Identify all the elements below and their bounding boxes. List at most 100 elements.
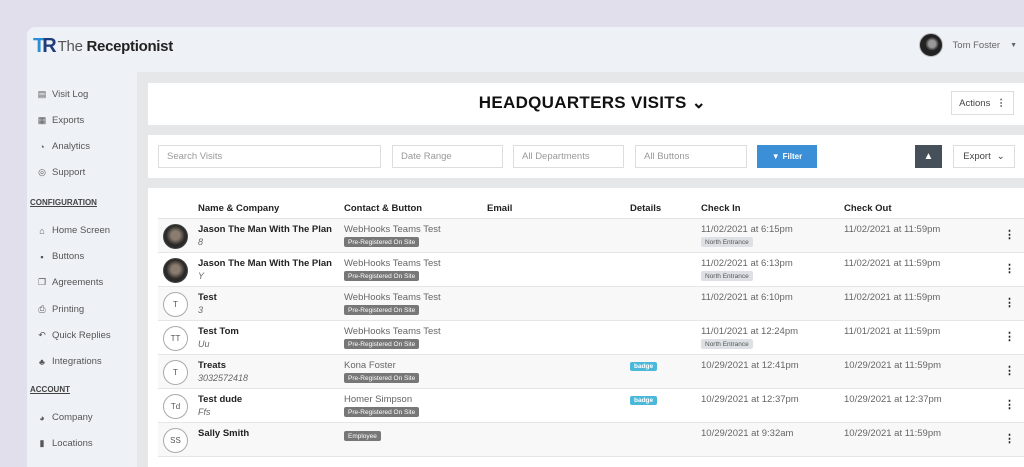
row-menu-icon[interactable]: ⋮: [1004, 330, 1015, 343]
visitor-name[interactable]: Test Tom: [198, 326, 239, 337]
column-header: Contact & Button: [344, 203, 423, 214]
grid-icon: ▪: [40, 251, 44, 262]
lifebuoy-icon: ◎: [38, 167, 46, 177]
visitor-name[interactable]: Jason The Man With The Plan: [198, 224, 332, 235]
contact-name: Kona Foster: [344, 360, 396, 371]
sidebar-item-label: Analytics: [52, 141, 91, 152]
check-out-time: 11/02/2021 at 11:59pm: [844, 258, 941, 269]
check-in-time: 11/02/2021 at 6:13pm: [701, 258, 793, 269]
dashboard-icon: ◔: [39, 141, 45, 152]
row-menu-icon[interactable]: ⋮: [1004, 296, 1015, 309]
user-menu[interactable]: Tom Foster ▼: [918, 33, 1017, 57]
row-menu-icon[interactable]: ⋮: [1004, 364, 1015, 377]
sidebar-item-agreements[interactable]: ❐ Agreements: [37, 277, 103, 288]
column-header: Email: [487, 203, 513, 214]
logo[interactable]: TR The Receptionist: [33, 35, 173, 58]
sidebar-item-home-screen[interactable]: ⌂ Home Screen: [37, 225, 110, 236]
column-header: Check In: [701, 203, 741, 214]
vertical-dots-icon: ⋮: [996, 97, 1006, 109]
table-row[interactable]: Td Test dude Ffs Homer Simpson Pre-Registe…: [158, 389, 1024, 423]
sitemap-icon: ♣: [39, 356, 45, 367]
sidebar-item-label: Visit Log: [52, 89, 89, 100]
search-input[interactable]: Search Visits: [158, 145, 381, 168]
date-range-input[interactable]: Date Range: [392, 145, 503, 168]
visitor-name[interactable]: Treats: [198, 360, 226, 371]
sidebar-item-support[interactable]: ◎ Support: [37, 167, 85, 178]
sidebar-item-company[interactable]: ◕ Company: [37, 412, 92, 423]
sidebar-item-label: Printing: [52, 303, 85, 315]
user-avatar: [918, 33, 943, 57]
visitor-name[interactable]: Sally Smith: [198, 428, 249, 439]
visitor-name[interactable]: Test: [198, 292, 217, 303]
calendar-icon: ▦: [37, 115, 47, 125]
sidebar-item-quick-replies[interactable]: ↶ Quick Replies: [37, 329, 111, 341]
main-content: HEADQUARTERS VISITS ⌄ Actions ⋮ Search Vi…: [137, 72, 1024, 467]
check-out-time: 10/29/2021 at 12:37pm: [844, 394, 942, 405]
table-row[interactable]: Jason The Man With The Plan Y WebHooks Te…: [158, 253, 1024, 287]
row-menu-icon[interactable]: ⋮: [1004, 262, 1015, 275]
button-tag: Pre-Registered On Site: [344, 305, 420, 315]
contact-name: Homer Simpson: [344, 394, 413, 405]
table-row[interactable]: TT Test Tom Uu WebHooks Teams Test Pre-Reg…: [158, 321, 1024, 355]
contact-name: WebHooks Teams Test: [344, 292, 441, 303]
sidebar-item-analytics[interactable]: ◔ Analytics: [37, 141, 90, 152]
visitor-company: 3: [198, 305, 204, 315]
warning-button[interactable]: ▲: [915, 145, 942, 168]
visitor-name[interactable]: Test dude: [198, 394, 242, 405]
check-out-time: 10/29/2021 at 11:59pm: [844, 428, 942, 439]
departments-select[interactable]: All Departments: [513, 145, 624, 168]
row-menu-icon[interactable]: ⋮: [1004, 228, 1015, 241]
column-header: Name & Company: [198, 203, 280, 214]
column-header: Check Out: [844, 203, 892, 214]
contact-name: WebHooks Teams Test: [344, 224, 441, 235]
visitor-company: Uu: [198, 339, 210, 349]
actions-button[interactable]: Actions ⋮: [951, 91, 1014, 115]
copy-icon: ❐: [37, 277, 47, 288]
chevron-down-icon: ⌄: [996, 151, 1005, 162]
buttons-select[interactable]: All Buttons: [635, 145, 747, 168]
sidebar-item-label: Buttons: [52, 251, 85, 263]
contact-name: WebHooks Teams Test: [344, 258, 441, 269]
avatar: [163, 258, 188, 283]
sidebar-item-printing[interactable]: ⎙ Printing: [37, 304, 84, 315]
sidebar-item-label: Agreements: [52, 277, 104, 289]
button-tag: Pre-Registered On Site: [344, 339, 420, 349]
check-in-time: 11/02/2021 at 6:10pm: [701, 292, 793, 303]
warning-icon: ▲: [923, 151, 934, 162]
sidebar-item-label: Quick Replies: [52, 329, 111, 341]
export-button[interactable]: Export ⌄: [953, 145, 1015, 168]
logo-mark: TR: [33, 35, 57, 57]
button-tag: Pre-Registered On Site: [344, 237, 420, 247]
sidebar-heading: CONFIGURATION: [30, 198, 97, 207]
page-title[interactable]: HEADQUARTERS VISITS ⌄: [148, 93, 1024, 113]
avatar: T: [163, 292, 188, 317]
visitor-name[interactable]: Jason The Man With The Plan: [198, 258, 332, 269]
filter-button[interactable]: ▼ Filter: [757, 145, 817, 168]
visitor-company: Ffs: [198, 407, 211, 417]
sidebar-item-integrations[interactable]: ♣ Integrations: [37, 356, 102, 367]
visitor-company: Y: [198, 271, 205, 281]
building-icon: ▮: [39, 438, 45, 448]
avatar: T: [163, 360, 188, 385]
avatar: TT: [163, 326, 188, 351]
entrance-tag: North Entrance: [701, 237, 753, 247]
sidebar-item-buttons[interactable]: ▪ Buttons: [37, 251, 84, 262]
row-menu-icon[interactable]: ⋮: [1004, 398, 1015, 411]
button-tag: Pre-Registered On Site: [344, 373, 420, 383]
table-row[interactable]: SS Sally Smith Employee 10/29/2021 at 9:3…: [158, 423, 1024, 457]
table-row[interactable]: T Test 3 WebHooks Teams Test Pre-Registere…: [158, 287, 1024, 321]
sidebar-item-visit-log[interactable]: ▤ Visit Log: [37, 89, 89, 100]
sidebar-item-exports[interactable]: ▦ Exports: [37, 115, 84, 126]
contact-name: WebHooks Teams Test: [344, 326, 441, 337]
table-row[interactable]: Jason The Man With The Plan 8 WebHooks Te…: [158, 219, 1024, 253]
sidebar-item-label: Home Screen: [52, 225, 111, 236]
caret-down-icon: ▼: [1010, 41, 1017, 49]
sidebar-item-label: Support: [52, 167, 86, 178]
sidebar-item-locations[interactable]: ▮ Locations: [37, 438, 93, 449]
row-menu-icon[interactable]: ⋮: [1004, 432, 1015, 445]
details-badge: badge: [630, 362, 658, 371]
table-row[interactable]: T Treats 3032572418 Kona Foster Pre-Regist…: [158, 355, 1024, 389]
sidebar-heading: ACCOUNT: [30, 385, 70, 394]
visitor-company: 8: [198, 237, 204, 247]
app-window: TR The Receptionist Tom Foster ▼ ▤ Visit …: [27, 27, 1024, 467]
